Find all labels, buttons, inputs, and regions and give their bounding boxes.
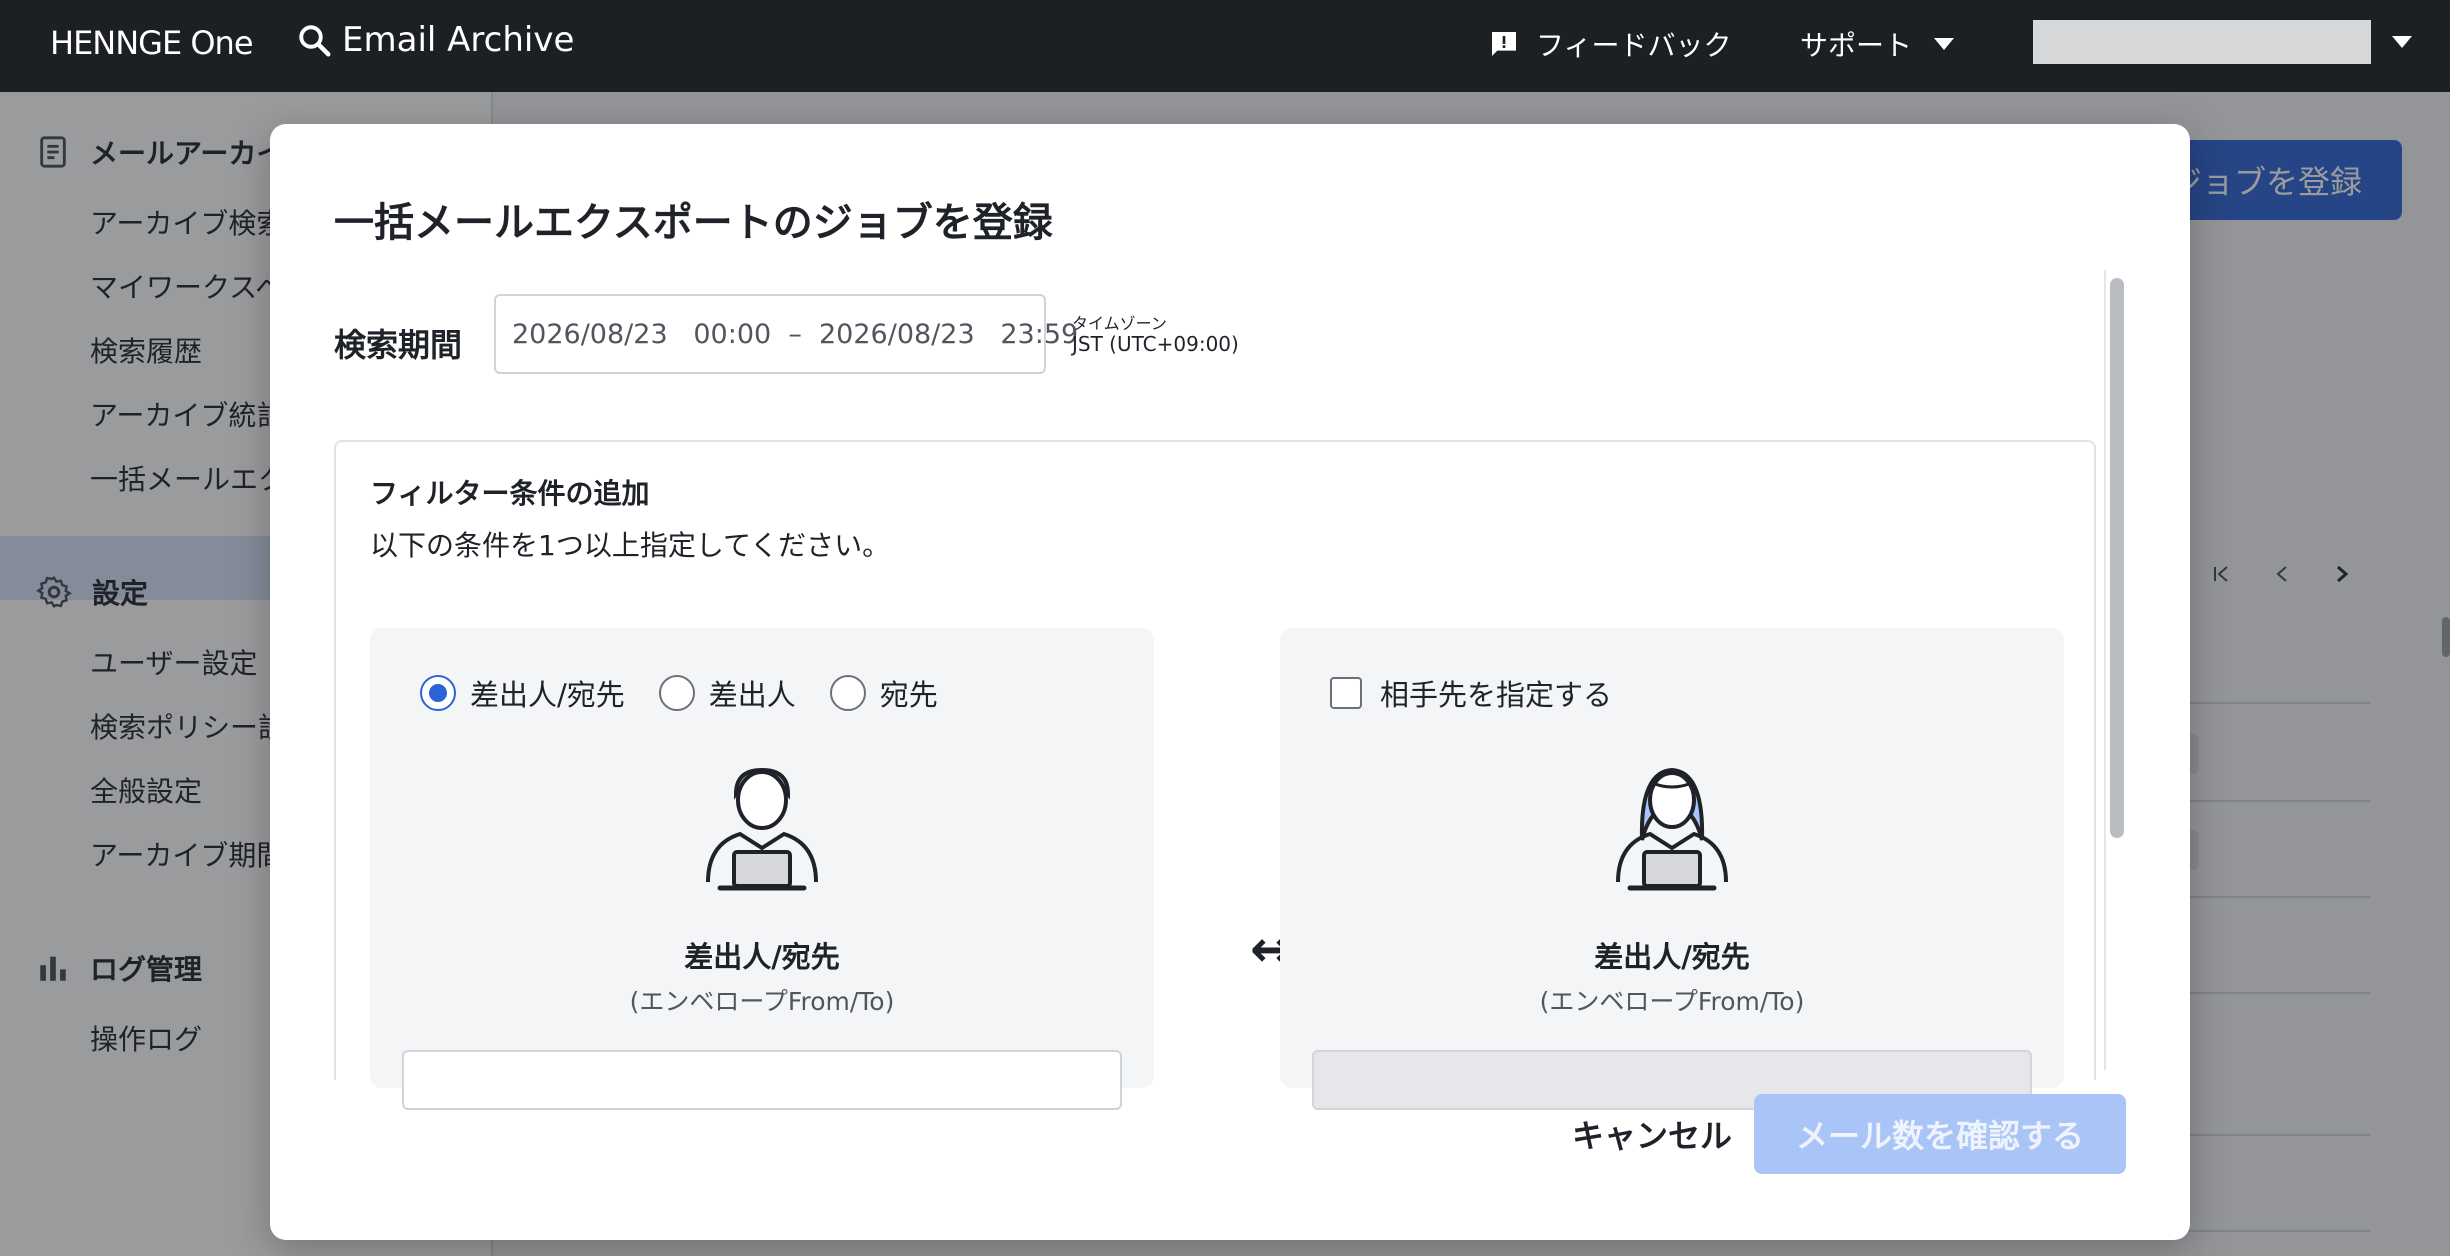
product-name: Email Archive	[342, 20, 575, 60]
timezone-label: タイムゾーン	[1072, 314, 1167, 333]
card-title: 差出人/宛先	[684, 940, 840, 974]
specify-counterpart-checkbox[interactable]: 相手先を指定する	[1330, 672, 1612, 714]
henngeone-logo[interactable]: HENNGE One	[50, 24, 253, 62]
radio-button-selected[interactable]	[420, 675, 456, 711]
card-subtitle: (エンベロープFrom/To)	[629, 987, 895, 1016]
confirm-mail-count-button[interactable]: メール数を確認する	[1754, 1094, 2126, 1174]
dialog-title: 一括メールエクスポートのジョブを登録	[334, 200, 1053, 246]
product-title[interactable]: Email Archive	[296, 20, 574, 60]
radio-button[interactable]	[658, 675, 695, 711]
counterpart-card: 相手先を指定する 差出人/宛先 (エンベロープFrom/To)	[1280, 628, 2064, 1110]
sender-recipient-card: 差出人/宛先 差出人 宛先 差出人/宛先 (エンベロープFrom/To)	[370, 628, 1154, 1110]
cancel-button[interactable]: キャンセル	[1538, 1094, 1766, 1174]
search-period-label: 検索期間	[334, 326, 463, 364]
user-menu-chevron-down-icon[interactable]	[2392, 36, 2412, 48]
radio-sender-or-recipient[interactable]: 差出人/宛先	[420, 672, 625, 714]
search-icon	[299, 25, 331, 57]
card-subtitle: (エンベロープFrom/To)	[1539, 987, 1805, 1016]
male-user-laptop-icon	[706, 767, 818, 891]
filter-section-description: 以下の条件を1つ以上指定してください。	[370, 529, 891, 562]
card-title: 差出人/宛先	[1594, 940, 1750, 974]
radio-recipient[interactable]: 宛先	[829, 672, 938, 714]
female-user-laptop-icon	[1616, 767, 1728, 891]
user-account-box[interactable]	[2033, 20, 2371, 64]
top-bar: HENNGE One Email Archive フィードバック サポート	[0, 0, 2450, 92]
radio-label: 差出人	[708, 678, 796, 712]
checkbox-label: 相手先を指定する	[1380, 678, 1613, 712]
filter-section-title: フィルター条件の追加	[370, 477, 650, 510]
feedback-link[interactable]: フィードバック	[1488, 24, 1731, 64]
radio-sender[interactable]: 差出人	[658, 672, 796, 714]
feedback-label: フィードバック	[1536, 29, 1732, 62]
support-menu[interactable]: サポート	[1800, 24, 1955, 64]
radio-label: 差出人/宛先	[470, 678, 625, 712]
bulk-export-job-dialog: 一括メールエクスポートのジョブを登録 検索期間 2026/08/23 00:00…	[270, 124, 2190, 1240]
address-type-radio-group: 差出人/宛先 差出人 宛先	[420, 672, 972, 714]
search-period-value: 2026/08/23 00:00 – 2026/08/23 23:59	[512, 318, 1079, 350]
radio-label: 宛先	[879, 678, 938, 712]
search-period-input[interactable]: 2026/08/23 00:00 – 2026/08/23 23:59	[494, 294, 1078, 374]
filter-conditions-section: フィルター条件の追加 以下の条件を1つ以上指定してください。 差出人/宛先 差出…	[334, 440, 2096, 1110]
chevron-down-icon	[1934, 38, 1955, 50]
dialog-scrollbar[interactable]	[2110, 278, 2124, 838]
checkbox[interactable]	[1330, 677, 1362, 709]
support-label: サポート	[1800, 29, 1913, 62]
feedback-icon	[1492, 32, 1516, 56]
sender-address-input[interactable]	[402, 1050, 1122, 1110]
timezone-value: JST (UTC+09:00)	[1072, 332, 1239, 356]
radio-button[interactable]	[829, 675, 866, 711]
